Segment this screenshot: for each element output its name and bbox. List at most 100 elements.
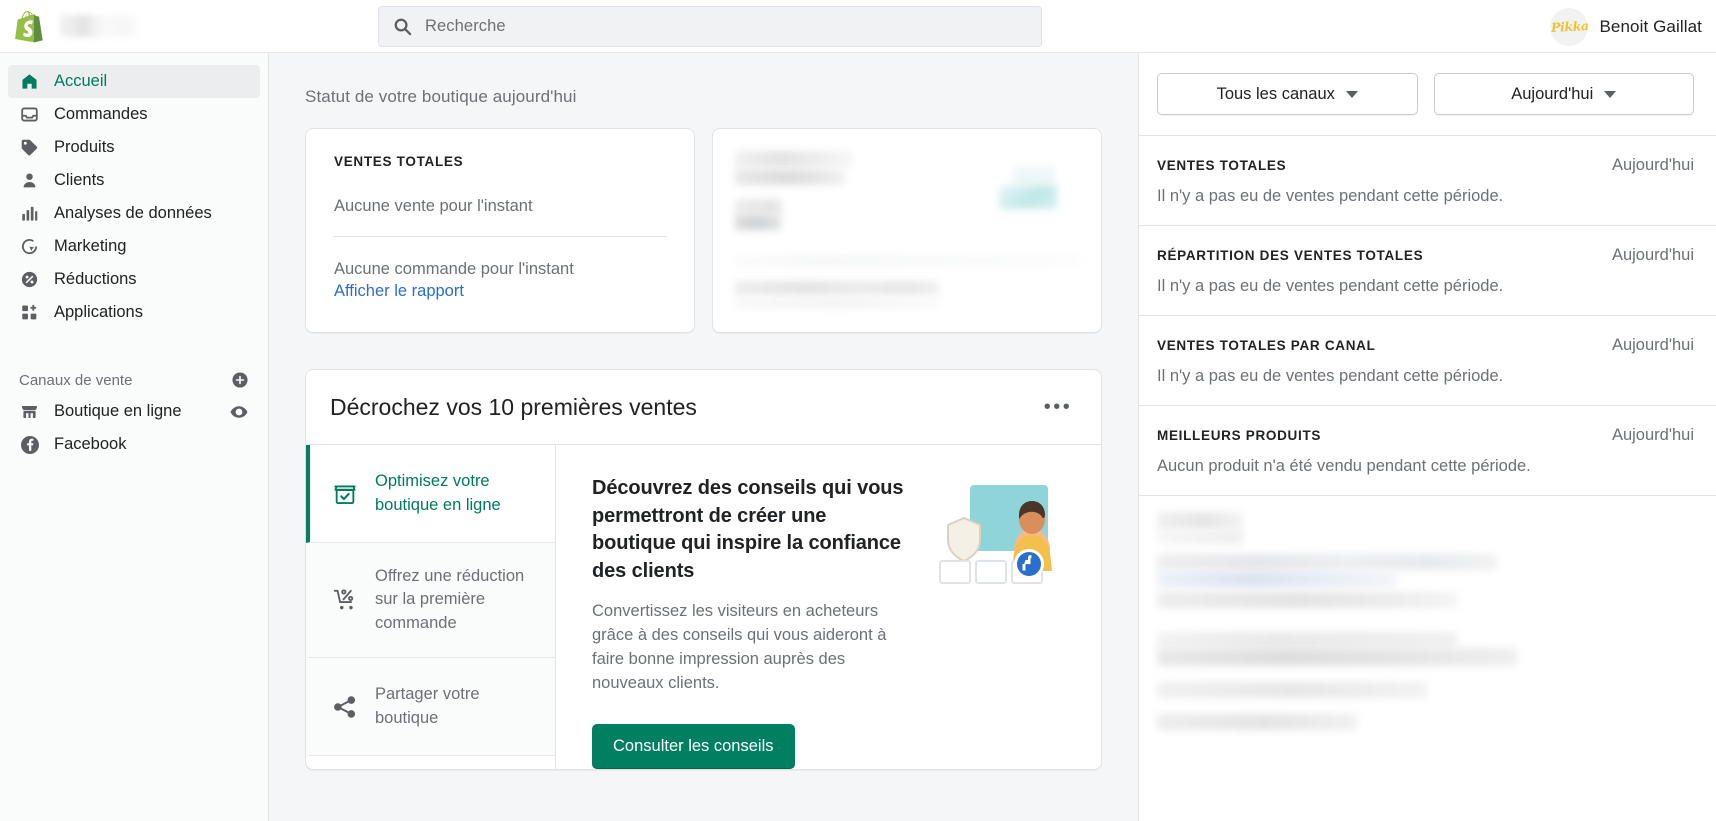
sidebar-item-reductions[interactable]: Réductions <box>8 263 260 296</box>
task-illustration <box>910 475 1101 769</box>
search-input[interactable]: Recherche <box>378 6 1042 47</box>
sales-channels-header: Canaux de vente <box>8 365 260 395</box>
sidebar-item-label: Clients <box>54 171 105 189</box>
promo-title: Décrochez vos 10 premières ventes <box>330 393 697 420</box>
sidebar-item-marketing[interactable]: Marketing <box>8 230 260 263</box>
task-detail-panel: Découvrez des conseils qui vous permettr… <box>556 445 1101 770</box>
redacted-insights-block <box>1139 496 1716 746</box>
logo-area <box>0 10 138 43</box>
storefront-icon <box>19 401 40 422</box>
store-check-icon <box>334 484 356 504</box>
section-empty-text: Il n'y a pas eu de ventes pendant cette … <box>1157 367 1504 385</box>
sidebar-item-label: Réductions <box>54 270 137 288</box>
section-empty-text: Il n'y a pas eu de ventes pendant cette … <box>1157 277 1504 295</box>
sidebar-item-label: Boutique en ligne <box>54 402 182 420</box>
sidebar-item-clients[interactable]: Clients <box>8 164 260 197</box>
search-area[interactable]: Recherche <box>378 6 1042 47</box>
search-placeholder: Recherche <box>425 17 506 35</box>
ellipsis-icon[interactable]: ••• <box>1041 392 1075 422</box>
facebook-icon <box>19 434 40 455</box>
sidebar-item-label: Produits <box>54 138 115 156</box>
user-name: Benoit Gaillat <box>1599 16 1702 36</box>
sidebar-item-label: Accueil <box>54 72 108 90</box>
percent-badge-icon <box>19 269 40 290</box>
redacted-teal-block <box>999 185 1058 209</box>
redacted-block <box>735 151 854 167</box>
shopify-logo[interactable] <box>14 10 44 43</box>
redacted-block <box>1157 632 1457 648</box>
eye-icon <box>230 405 248 418</box>
person-icon <box>19 170 40 191</box>
first-sales-promo-card: Décrochez vos 10 premières ventes ••• Op… <box>305 369 1102 771</box>
avatar[interactable]: Pikka <box>1550 7 1589 46</box>
orders-inbox-icon <box>19 104 40 125</box>
task-item-optimize-store[interactable]: Optimisez votre boutique en ligne <box>306 445 555 543</box>
divider <box>334 236 667 237</box>
section-empty-text: Il n'y a pas eu de ventes pendant cette … <box>1157 187 1504 205</box>
redacted-block <box>735 215 782 230</box>
sidebar-item-label: Analyses de données <box>54 204 212 222</box>
chevron-down-icon <box>1604 90 1617 98</box>
sidebar-item-produits[interactable]: Produits <box>8 131 260 164</box>
preview-store-button[interactable] <box>229 402 249 422</box>
section-title: RÉPARTITION DES VENTES TOTALES <box>1157 248 1424 263</box>
date-filter-label: Aujourd'hui <box>1511 84 1594 103</box>
channel-filter-label: Tous les canaux <box>1216 84 1335 103</box>
redacted-block <box>1157 648 1517 666</box>
primary-nav: Accueil Commandes Produits Clients Analy <box>0 65 268 329</box>
promo-header: Décrochez vos 10 premières ventes ••• <box>306 370 1101 445</box>
task-detail-body: Convertissez les visiteurs en acheteurs … <box>592 602 887 693</box>
section-title: VENTES TOTALES PAR CANAL <box>1157 338 1376 353</box>
sales-channels-title: Canaux de vente <box>19 371 133 389</box>
home-icon <box>19 71 40 92</box>
plus-circle-icon[interactable] <box>231 371 249 389</box>
view-report-link[interactable]: Afficher le rapport <box>334 282 464 301</box>
insight-section-top-products: MEILLEURS PRODUITS Aujourd'hui Aucun pro… <box>1139 406 1716 496</box>
redacted-block <box>1157 530 1243 544</box>
section-empty-text: Aucun produit n'a été vendu pendant cett… <box>1157 457 1531 475</box>
sidebar-item-boutique-en-ligne[interactable]: Boutique en ligne <box>8 395 260 428</box>
redacted-block <box>1157 714 1357 730</box>
sidebar-item-analyses[interactable]: Analyses de données <box>8 197 260 230</box>
redacted-block <box>735 255 1081 267</box>
redacted-block <box>1157 682 1427 698</box>
task-label: Optimisez votre boutique en ligne <box>375 472 501 514</box>
search-icon <box>394 18 412 36</box>
no-orders-text: Aucune commande pour l'instant <box>334 260 574 278</box>
consult-tips-button[interactable]: Consulter les conseils <box>592 724 795 770</box>
chevron-down-icon <box>1345 90 1358 98</box>
top-bar: Recherche Pikka Benoit Gaillat <box>0 0 1716 53</box>
sidebar-item-label: Commandes <box>54 105 148 123</box>
panel-filters: Tous les canaux Aujourd'hui <box>1139 53 1716 136</box>
task-label: Offrez une réduction sur la première com… <box>375 567 525 632</box>
sidebar-item-accueil[interactable]: Accueil <box>8 65 260 98</box>
bar-chart-icon <box>19 203 40 224</box>
metric-label: VENTES TOTALES <box>334 154 464 169</box>
date-filter-dropdown[interactable]: Aujourd'hui <box>1433 73 1694 115</box>
task-label: Partager votre boutique <box>375 685 480 727</box>
insight-section-sales-by-channel: VENTES TOTALES PAR CANAL Aujourd'hui Il … <box>1139 316 1716 406</box>
store-name-redacted <box>60 15 138 37</box>
sidebar-item-applications[interactable]: Applications <box>8 296 260 329</box>
no-sales-text: Aucune vente pour l'instant <box>334 197 533 215</box>
redacted-block <box>1157 570 1397 588</box>
redacted-metrics-card <box>712 128 1102 333</box>
target-cursor-icon <box>19 236 40 257</box>
redacted-block <box>1013 165 1056 185</box>
sidebar-item-label: Marketing <box>54 237 127 255</box>
task-list: Optimisez votre boutique en ligne Offrez… <box>306 445 556 770</box>
promo-body: Optimisez votre boutique en ligne Offrez… <box>306 445 1101 770</box>
section-title: VENTES TOTALES <box>1157 158 1287 173</box>
task-item-share-store[interactable]: Partager votre boutique <box>306 658 555 757</box>
sidebar-item-commandes[interactable]: Commandes <box>8 98 260 131</box>
section-date: Aujourd'hui <box>1611 426 1694 444</box>
user-menu[interactable]: Pikka Benoit Gaillat <box>1550 0 1702 53</box>
redacted-block <box>1157 554 1497 570</box>
task-item-first-order-discount[interactable]: Offrez une réduction sur la première com… <box>306 543 555 659</box>
trust-illustration <box>939 485 1052 584</box>
channel-filter-dropdown[interactable]: Tous les canaux <box>1157 73 1418 115</box>
sidebar-item-facebook[interactable]: Facebook <box>8 428 260 461</box>
metric-cards-row: VENTES TOTALES Aucune vente pour l'insta… <box>305 128 1102 333</box>
avatar-label: Pikka <box>1550 18 1589 35</box>
redacted-block <box>735 296 940 309</box>
